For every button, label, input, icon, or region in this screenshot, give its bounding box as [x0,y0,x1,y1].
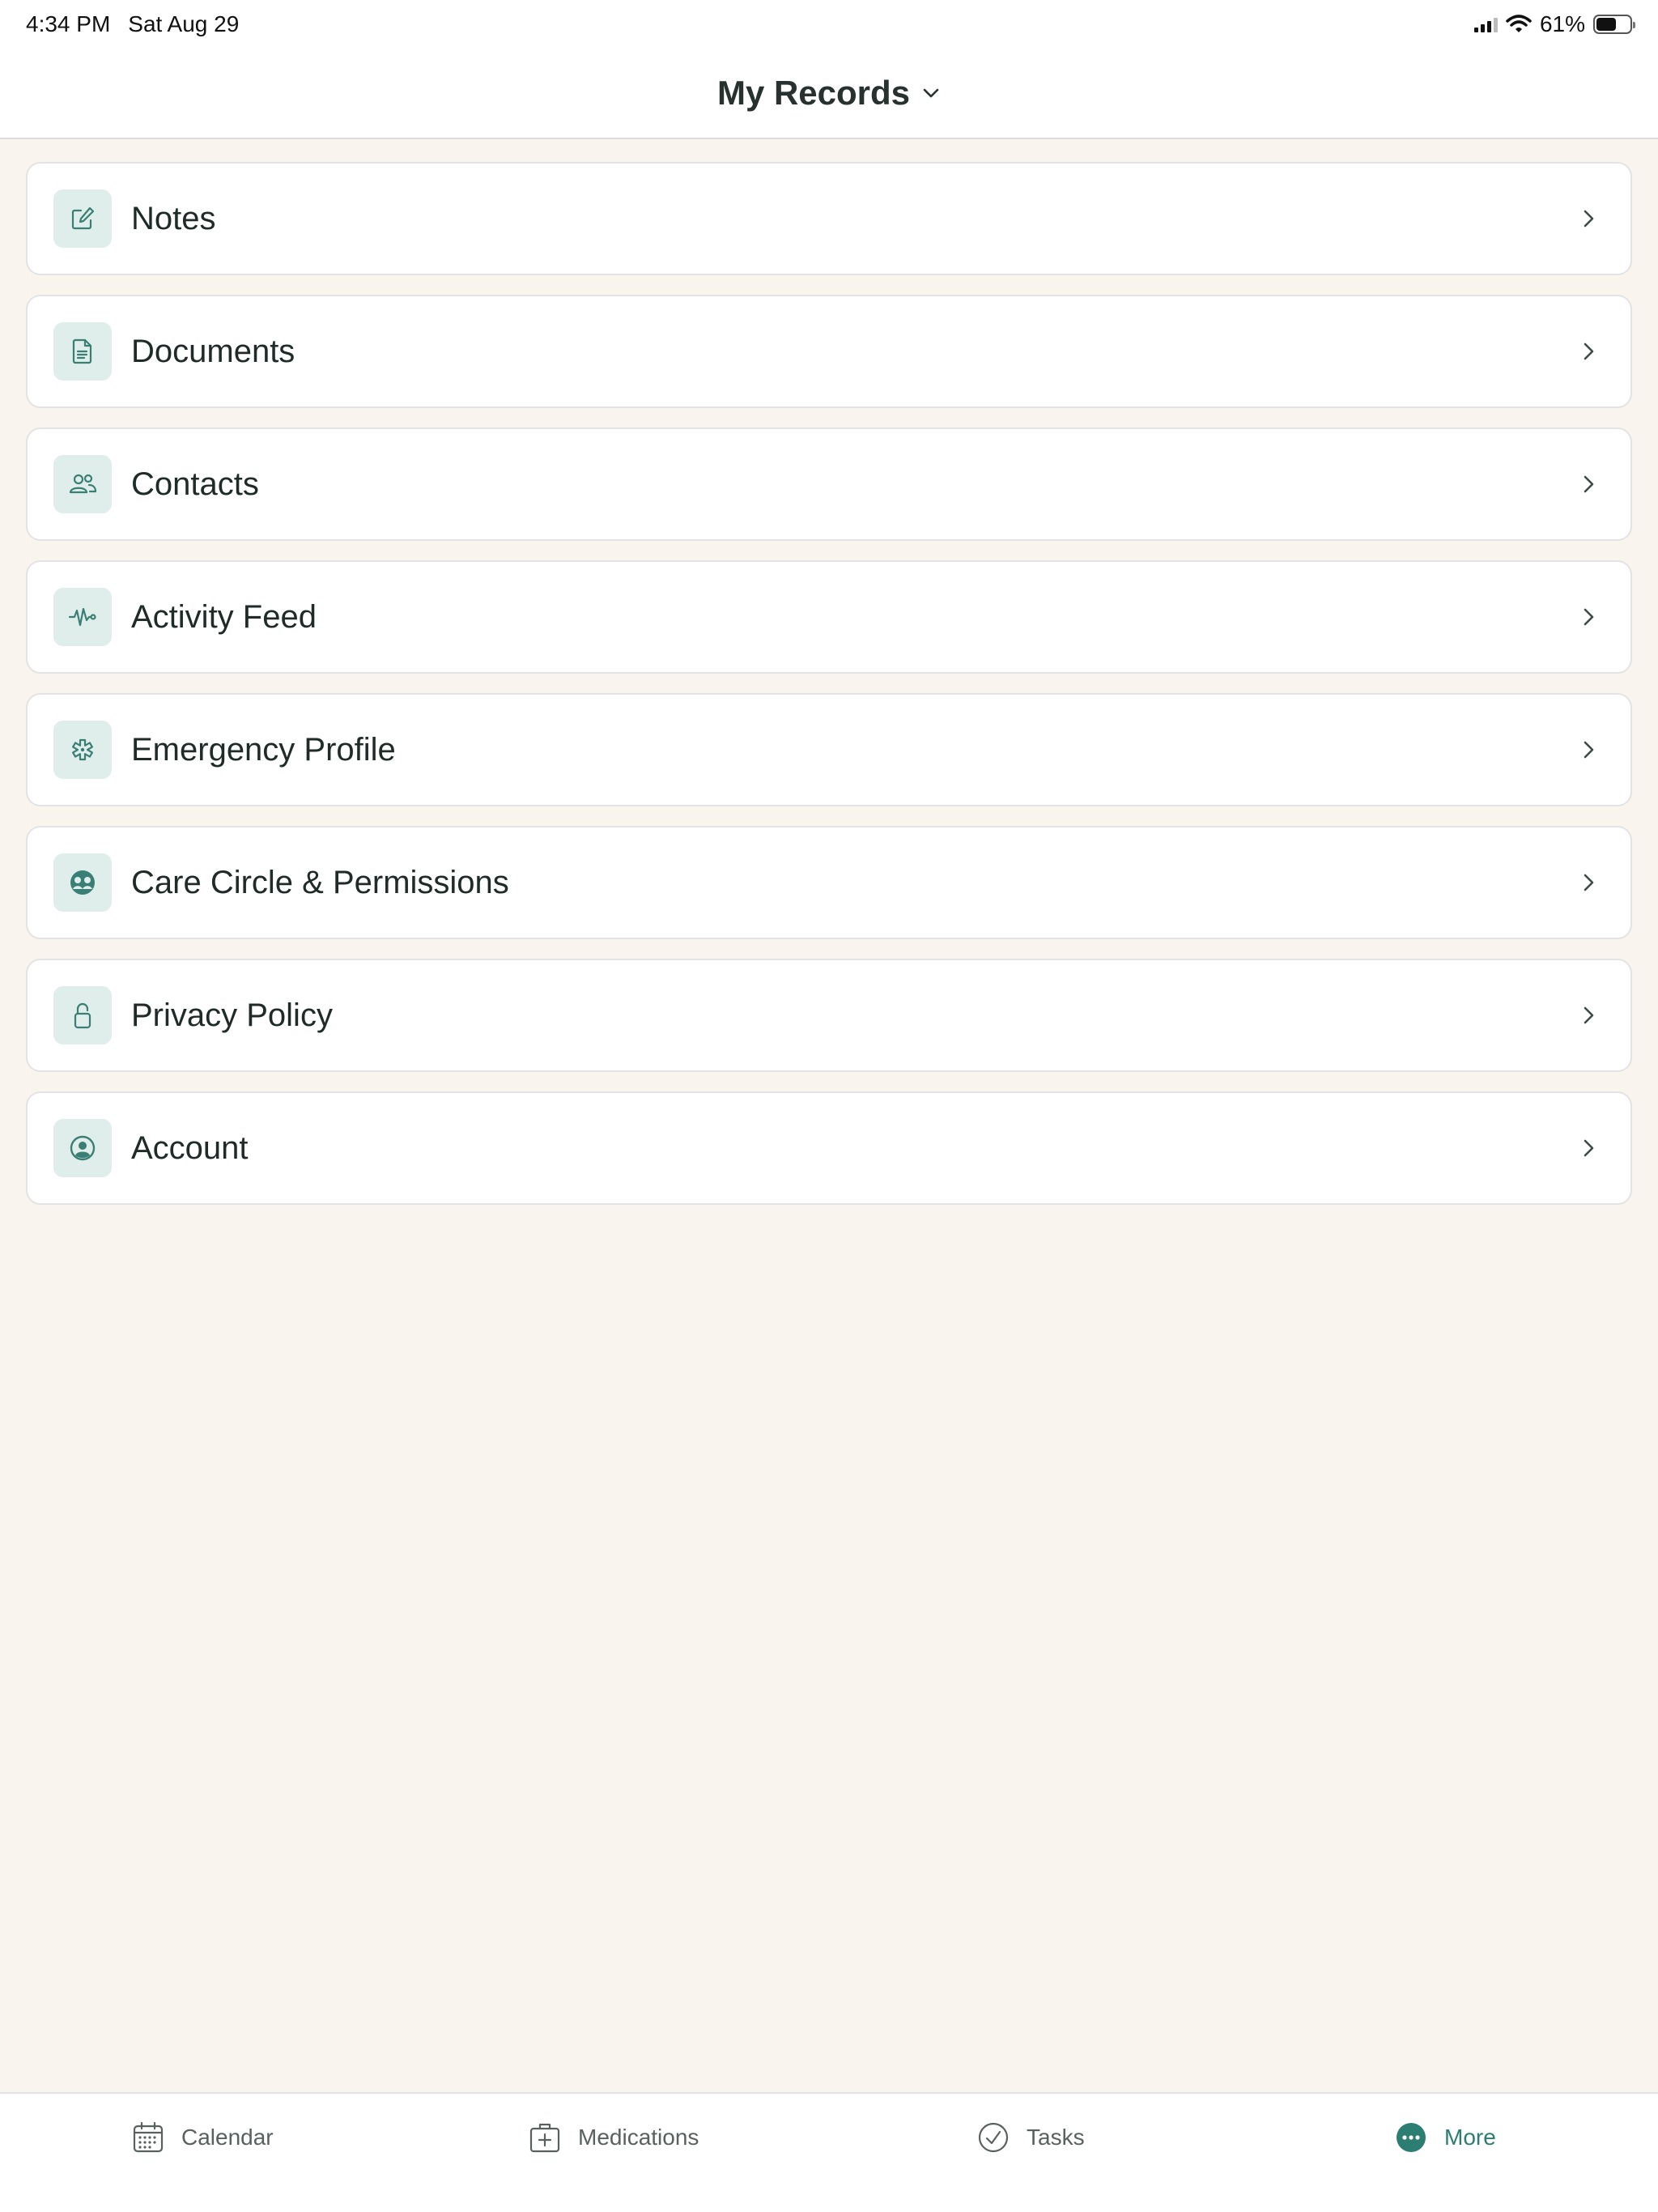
menu-item-label: Care Circle & Permissions [131,864,509,900]
activity-icon [53,588,112,646]
menu-item-emergency-profile[interactable]: Emergency Profile [26,693,1632,806]
chevron-right-icon [1572,335,1605,368]
menu-item-label: Notes [131,200,216,236]
menu-item-privacy-policy[interactable]: Privacy Policy [26,959,1632,1072]
tab-label: Calendar [181,2125,274,2150]
records-menu: Notes Documents Contacts Activity Feed E… [26,162,1632,1205]
status-bar: 4:34 PM Sat Aug 29 61% [0,0,1658,49]
chevron-right-icon [1572,468,1605,500]
menu-item-contacts[interactable]: Contacts [26,428,1632,541]
tab-label: More [1444,2125,1496,2150]
people-icon [53,455,112,513]
medication-box-icon [529,2123,560,2153]
status-right: 61% [1473,11,1635,37]
document-icon [53,322,112,381]
menu-item-label: Emergency Profile [131,731,396,768]
tab-tasks[interactable]: Tasks [976,2115,1085,2160]
chevron-right-icon [1572,202,1605,235]
status-left: 4:34 PM Sat Aug 29 [26,11,239,37]
chevron-right-icon [1572,1132,1605,1164]
menu-item-label: Contacts [131,466,259,502]
menu-item-account[interactable]: Account [26,1091,1632,1205]
menu-item-care-circle[interactable]: Care Circle & Permissions [26,826,1632,939]
check-circle-icon [978,2122,1009,2153]
cellular-signal-icon [1473,16,1498,32]
menu-item-label: Documents [131,333,295,369]
battery-fill [1596,18,1617,31]
menu-item-label: Privacy Policy [131,997,333,1033]
page-title: My Records [716,74,911,112]
wifi-icon [1506,15,1532,32]
menu-item-activity-feed[interactable]: Activity Feed [26,560,1632,674]
tab-medications[interactable]: Medications [528,2115,699,2160]
lock-icon [53,986,112,1044]
bottom-tab-bar: Calendar Medications Tasks More [0,2092,1658,2212]
status-time: 4:34 PM [26,11,111,36]
battery-percent: 61% [1539,11,1585,36]
status-date: Sat Aug 29 [128,11,240,36]
tab-label: Tasks [1027,2125,1085,2150]
tab-label: Medications [578,2125,699,2150]
chevron-right-icon [1572,601,1605,633]
menu-item-notes[interactable]: Notes [26,162,1632,275]
records-switcher[interactable]: My Records [717,74,941,113]
battery-icon [1593,15,1635,34]
medical-star-icon [53,721,112,779]
care-circle-icon [53,853,112,912]
menu-item-label: Account [131,1129,249,1166]
chevron-right-icon [1572,999,1605,1032]
edit-note-icon [53,189,112,248]
chevron-right-icon [1572,734,1605,766]
menu-item-label: Activity Feed [131,598,317,635]
account-circle-icon [53,1119,112,1177]
chevron-right-icon [1572,866,1605,899]
menu-item-documents[interactable]: Documents [26,295,1632,408]
more-dots-icon [1397,2123,1426,2152]
tab-calendar[interactable]: Calendar [131,2115,274,2160]
calendar-icon [133,2121,164,2153]
nav-header: My Records [0,49,1658,139]
chevron-down-icon [923,88,939,98]
tab-more[interactable]: More [1394,2115,1496,2160]
